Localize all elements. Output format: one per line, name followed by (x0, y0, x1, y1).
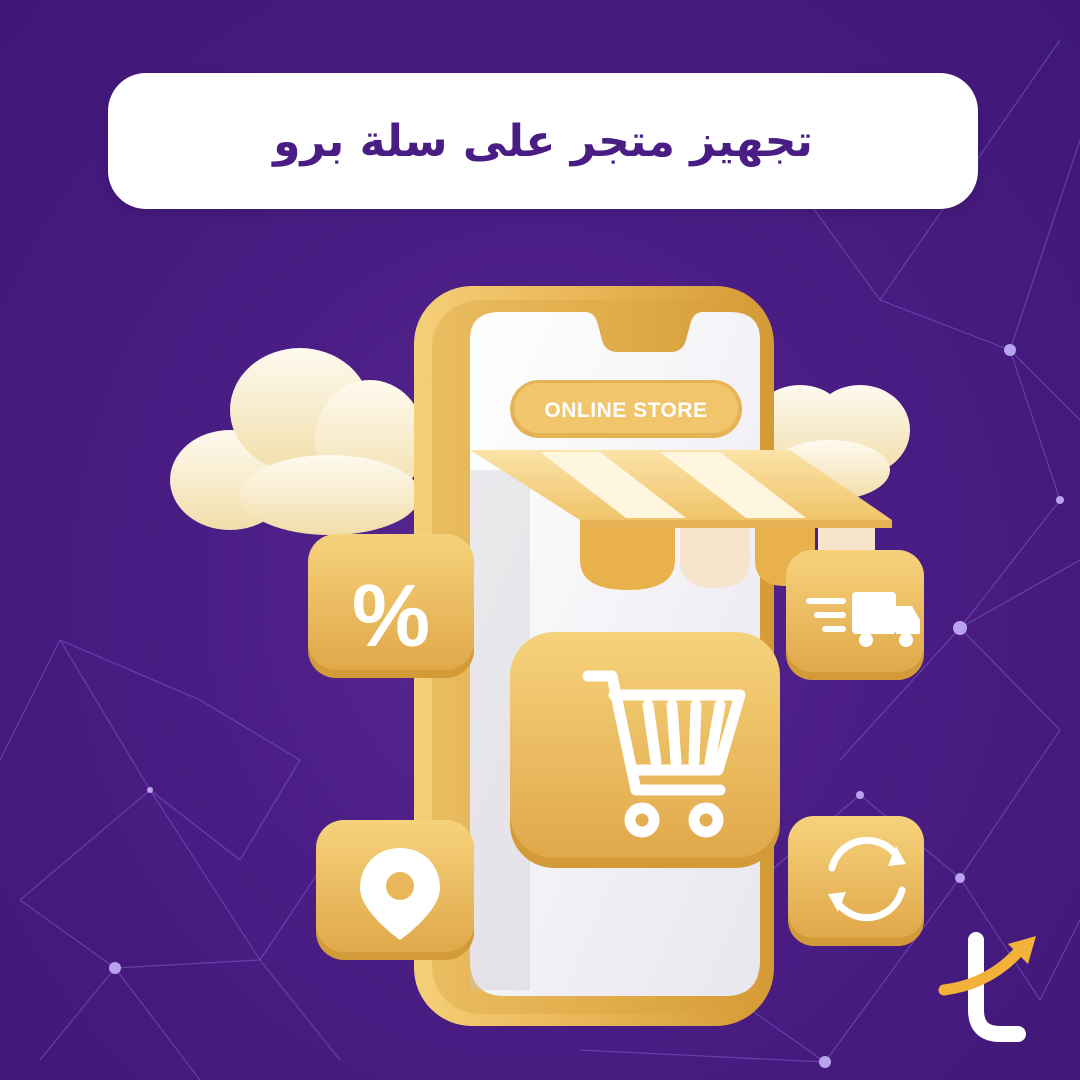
online-store-illustration: ONLINE STORE % (170, 286, 1036, 1042)
discount-tile: % (308, 534, 474, 678)
refresh-tile (788, 816, 924, 946)
percent-icon: % (352, 566, 430, 665)
store-sign: ONLINE STORE (510, 380, 742, 438)
location-tile (316, 820, 474, 960)
brand-logo-icon (938, 932, 1036, 1042)
store-sign-label: ONLINE STORE (544, 399, 707, 422)
delivery-tile (786, 550, 924, 680)
cart-tile (510, 632, 780, 868)
cloud-left (170, 348, 425, 535)
